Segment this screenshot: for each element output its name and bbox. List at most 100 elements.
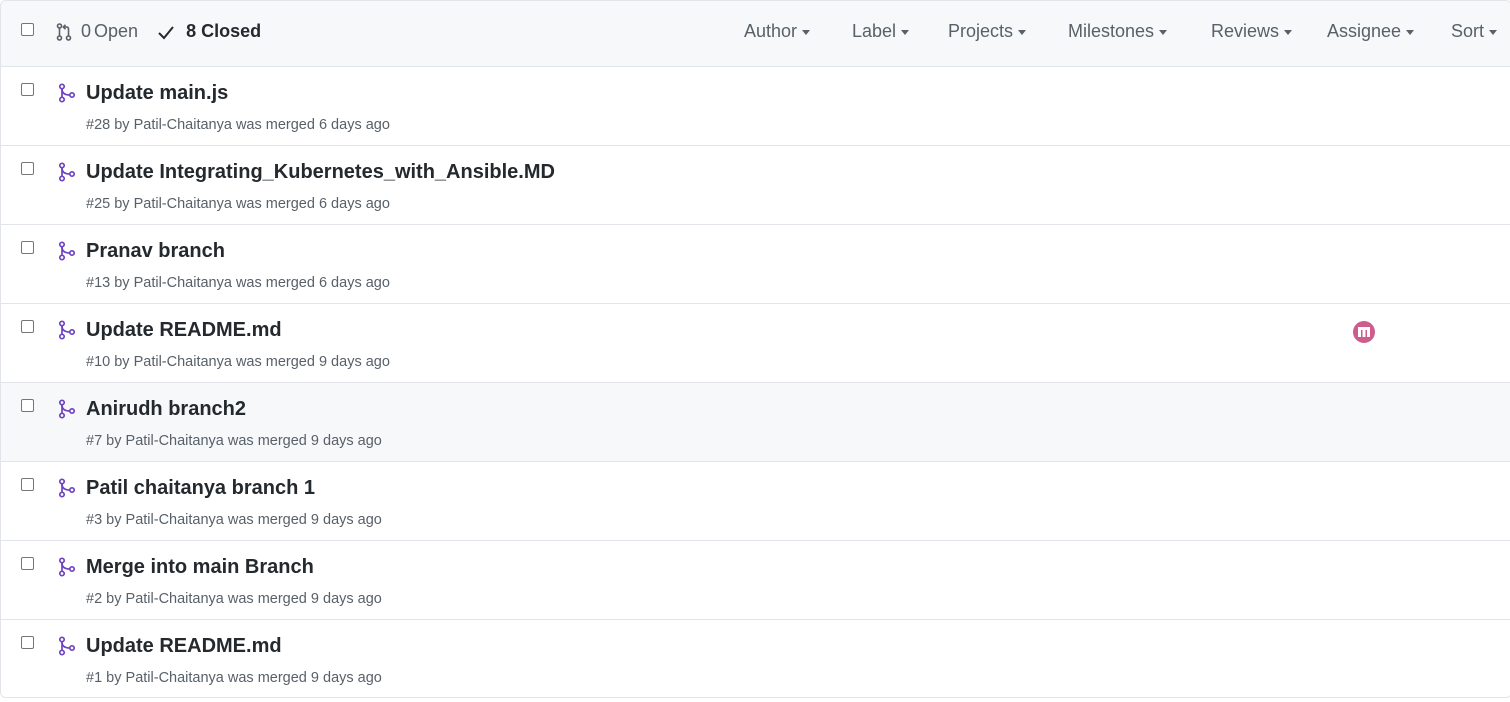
- projects-filter-label: Projects: [948, 21, 1014, 41]
- relative-time: 9 days ago: [318, 354, 390, 370]
- pull-request-row: Update main.js #28 by Patil-Chaitanya wa…: [1, 67, 1510, 146]
- caret-down-icon: [1406, 30, 1415, 35]
- by-label: by: [106, 591, 122, 607]
- pull-request-title-link[interactable]: Update main.js: [86, 82, 228, 105]
- pull-request-meta: #1 by Patil-Chaitanya was merged 9 days …: [86, 670, 382, 686]
- projects-filter[interactable]: Projects: [948, 21, 1027, 42]
- label-filter[interactable]: Label: [852, 21, 910, 42]
- pull-request-meta: #25 by Patil-Chaitanya was merged 6 days…: [86, 196, 390, 212]
- row-checkbox[interactable]: [21, 162, 34, 175]
- pull-requests-list: 0 Open 8 Closed Author Label Projects Mi…: [0, 0, 1510, 698]
- by-label: by: [114, 117, 130, 133]
- git-merge-icon: [58, 241, 76, 266]
- pull-request-title-link[interactable]: Update README.md: [86, 635, 282, 658]
- sort-filter[interactable]: Sort: [1451, 21, 1498, 42]
- row-checkbox[interactable]: [21, 241, 34, 254]
- pull-request-title-link[interactable]: Pranav branch: [86, 240, 225, 263]
- merge-status: was merged: [235, 196, 315, 212]
- pull-request-number: #3: [86, 512, 103, 528]
- pull-request-title-link[interactable]: Merge into main Branch: [86, 556, 314, 579]
- author-link[interactable]: Patil-Chaitanya: [134, 275, 232, 291]
- caret-down-icon: [1018, 30, 1027, 35]
- reviews-filter-label: Reviews: [1211, 21, 1280, 41]
- author-link[interactable]: Patil-Chaitanya: [134, 196, 232, 212]
- milestones-filter-label: Milestones: [1068, 21, 1155, 41]
- list-header: 0 Open 8 Closed Author Label Projects Mi…: [1, 1, 1510, 67]
- git-merge-icon: [58, 83, 76, 108]
- merge-status: was merged: [227, 670, 307, 686]
- git-merge-icon: [58, 557, 76, 582]
- pull-request-number: #2: [86, 591, 103, 607]
- relative-time: 9 days ago: [310, 433, 382, 449]
- author-link[interactable]: Patil-Chaitanya: [126, 433, 224, 449]
- pull-request-number: #1: [86, 670, 103, 686]
- git-merge-icon: [58, 478, 76, 503]
- sort-filter-label: Sort: [1451, 21, 1485, 41]
- row-checkbox[interactable]: [21, 557, 34, 570]
- pull-request-rows: Update main.js #28 by Patil-Chaitanya wa…: [1, 67, 1510, 697]
- by-label: by: [114, 275, 130, 291]
- pull-request-meta: #7 by Patil-Chaitanya was merged 9 days …: [86, 433, 382, 449]
- row-checkbox[interactable]: [21, 399, 34, 412]
- relative-time: 6 days ago: [318, 196, 390, 212]
- pull-request-row: Update Integrating_Kubernetes_with_Ansib…: [1, 146, 1510, 225]
- caret-down-icon: [802, 30, 811, 35]
- filter-bar: Author Label Projects Milestones Reviews…: [1, 21, 1510, 45]
- pull-request-row: Patil chaitanya branch 1 #3 by Patil-Cha…: [1, 462, 1510, 541]
- row-checkbox[interactable]: [21, 636, 34, 649]
- relative-time: 9 days ago: [310, 512, 382, 528]
- relative-time: 9 days ago: [310, 591, 382, 607]
- pull-request-meta: #28 by Patil-Chaitanya was merged 6 days…: [86, 117, 390, 133]
- pull-request-row: Pranav branch #13 by Patil-Chaitanya was…: [1, 225, 1510, 304]
- author-link[interactable]: Patil-Chaitanya: [126, 591, 224, 607]
- caret-down-icon: [1159, 30, 1168, 35]
- author-link[interactable]: Patil-Chaitanya: [134, 117, 232, 133]
- milestones-filter[interactable]: Milestones: [1068, 21, 1168, 42]
- author-filter-label: Author: [744, 21, 798, 41]
- assignee-filter-label: Assignee: [1327, 21, 1402, 41]
- author-link[interactable]: Patil-Chaitanya: [134, 354, 232, 370]
- git-merge-icon: [58, 162, 76, 187]
- pull-request-meta: #3 by Patil-Chaitanya was merged 9 days …: [86, 512, 382, 528]
- git-merge-icon: [58, 399, 76, 424]
- merge-status: was merged: [227, 433, 307, 449]
- pull-request-row: Merge into main Branch #2 by Patil-Chait…: [1, 541, 1510, 620]
- row-checkbox[interactable]: [21, 320, 34, 333]
- merge-status: was merged: [235, 117, 315, 133]
- pull-request-number: #7: [86, 433, 103, 449]
- pull-request-row: Anirudh branch2 #7 by Patil-Chaitanya wa…: [1, 383, 1510, 462]
- pull-request-meta: #2 by Patil-Chaitanya was merged 9 days …: [86, 591, 382, 607]
- pull-request-title-link[interactable]: Update README.md: [86, 319, 282, 342]
- pull-request-number: #13: [86, 275, 111, 291]
- reviews-filter[interactable]: Reviews: [1211, 21, 1293, 42]
- pull-request-meta: #10 by Patil-Chaitanya was merged 9 days…: [86, 354, 390, 370]
- by-label: by: [106, 512, 122, 528]
- by-label: by: [114, 196, 130, 212]
- caret-down-icon: [1284, 30, 1293, 35]
- relative-time: 9 days ago: [310, 670, 382, 686]
- caret-down-icon: [1489, 30, 1498, 35]
- git-merge-icon: [58, 636, 76, 661]
- author-link[interactable]: Patil-Chaitanya: [126, 512, 224, 528]
- pull-request-title-link[interactable]: Patil chaitanya branch 1: [86, 477, 315, 500]
- pull-request-number: #28: [86, 117, 111, 133]
- by-label: by: [106, 670, 122, 686]
- author-link[interactable]: Patil-Chaitanya: [126, 670, 224, 686]
- label-filter-label: Label: [852, 21, 897, 41]
- pull-request-title-link[interactable]: Update Integrating_Kubernetes_with_Ansib…: [86, 161, 555, 184]
- assignee-filter[interactable]: Assignee: [1327, 21, 1415, 42]
- merge-status: was merged: [227, 591, 307, 607]
- by-label: by: [114, 354, 130, 370]
- row-checkbox[interactable]: [21, 83, 34, 96]
- relative-time: 6 days ago: [318, 117, 390, 133]
- row-checkbox[interactable]: [21, 478, 34, 491]
- git-merge-icon: [58, 320, 76, 345]
- author-filter[interactable]: Author: [744, 21, 811, 42]
- by-label: by: [106, 433, 122, 449]
- pull-request-meta: #13 by Patil-Chaitanya was merged 6 days…: [86, 275, 390, 291]
- pull-request-number: #10: [86, 354, 111, 370]
- pull-request-row: Update README.md #1 by Patil-Chaitanya w…: [1, 620, 1510, 697]
- assignee-avatar[interactable]: [1352, 320, 1376, 344]
- pull-request-title-link[interactable]: Anirudh branch2: [86, 398, 246, 421]
- merge-status: was merged: [235, 275, 315, 291]
